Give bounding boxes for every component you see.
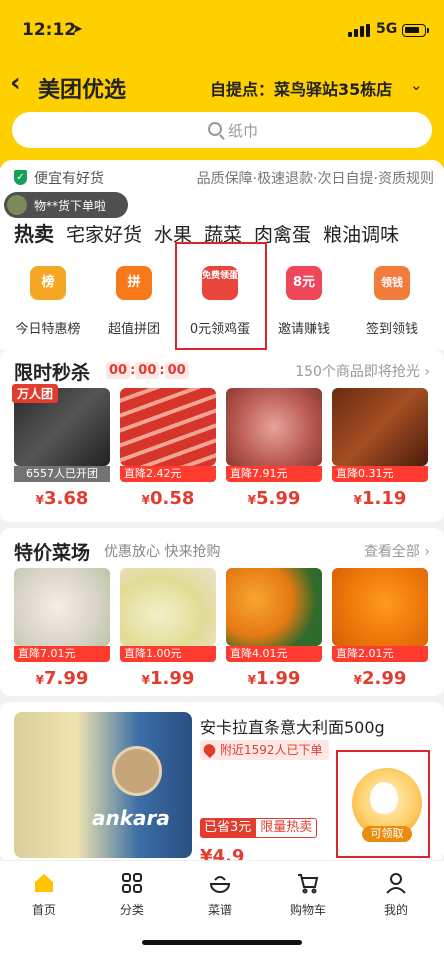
network-type: 5G: [376, 21, 398, 37]
feature-product-image: ankara: [14, 712, 192, 858]
guarantee-bar[interactable]: ✓ 便宜有好货 品质保障·极速退款·次日自提·资质规则: [14, 168, 434, 190]
shortcut-label: 超值拼团: [107, 322, 160, 337]
flash-sale-more[interactable]: 150个商品即将抢光 ›: [295, 361, 430, 381]
home-indicator: [142, 940, 302, 945]
shortcut-daily-deals[interactable]: 榜 今日特惠榜: [8, 264, 88, 340]
tab-cart[interactable]: 购物车: [278, 871, 338, 918]
pickup-point: 菜鸟驿站35栋店: [274, 80, 393, 99]
highlight-box: [336, 750, 430, 858]
countdown-timer: 00:00:00: [106, 362, 189, 379]
price-drop-badge: 直降1.00元: [120, 646, 216, 662]
tab-label: 首页: [31, 903, 56, 917]
product-image: [14, 568, 110, 646]
checkin-icon: 领钱: [374, 266, 410, 300]
grid-icon: [122, 873, 142, 893]
recipe-icon: [209, 876, 231, 893]
brand-emblem: [112, 746, 162, 796]
shortcut-label: 签到领钱: [365, 322, 418, 337]
price-drop-badge: 直降4.01元: [226, 646, 322, 662]
product-image: [332, 388, 428, 466]
battery-tip: [427, 28, 429, 33]
price-drop-badge: 直降7.91元: [226, 466, 322, 482]
product-price: ¥7.99: [35, 668, 89, 689]
tab-hot[interactable]: 热卖: [14, 218, 54, 247]
page-title: 美团优选: [38, 78, 127, 103]
price-drop-badge: 直降2.01元: [332, 646, 428, 662]
product-price: ¥3.68: [35, 488, 89, 509]
tab-grain-oil[interactable]: 粮油调味: [323, 220, 399, 247]
veg-market-view-all[interactable]: 查看全部 ›: [364, 541, 430, 561]
feature-product-title: 安卡拉直条意大利面500g: [200, 718, 385, 737]
product-price: ¥2.99: [353, 668, 407, 689]
highlight-box: [175, 242, 267, 350]
shortcut-group-buy[interactable]: 拼 超值拼团: [94, 264, 174, 340]
order-toast: 物**货下单啦: [4, 192, 128, 218]
rank-icon: 榜: [30, 266, 66, 300]
tab-category[interactable]: 分类: [102, 871, 162, 918]
location-pin-icon: [201, 741, 218, 759]
shield-check-icon: ✓: [14, 170, 27, 185]
flash-sale-title: 限时秒杀: [14, 362, 91, 384]
cart-icon: [298, 874, 319, 894]
tab-home-goods[interactable]: 宅家好货: [66, 220, 142, 247]
pickup-selector[interactable]: 自提点：菜鸟驿站35栋店: [210, 76, 392, 100]
shortcut-label: 邀请赚钱: [277, 322, 330, 337]
product-image: [226, 388, 322, 466]
product-image: [120, 388, 216, 466]
status-time: 12:12: [22, 20, 77, 40]
pickup-label: 自提点：: [210, 80, 275, 99]
home-icon: [35, 874, 53, 892]
tab-recipe[interactable]: 菜谱: [190, 871, 250, 918]
group-badge: 万人团: [12, 384, 59, 403]
avatar: [7, 195, 27, 215]
tab-mine[interactable]: 我的: [366, 871, 426, 918]
search-icon: [208, 122, 222, 136]
group-buy-icon: 拼: [116, 266, 152, 300]
promo-tags: 已省3元 限量热卖: [200, 818, 318, 838]
nearby-orders-badge: 附近1592人已下单: [200, 740, 329, 760]
toast-text: 物**货下单啦: [34, 199, 107, 213]
limited-tag: 限量热卖: [255, 818, 318, 838]
red-packet-icon: 8元: [286, 266, 322, 300]
product-price: ¥1.19: [353, 488, 407, 509]
tab-label: 分类: [119, 903, 144, 917]
nav-bar: ‹ 美团优选 自提点：菜鸟驿站35栋店 ⌄: [0, 66, 444, 106]
product-price: ¥5.99: [247, 488, 301, 509]
product-price: ¥0.58: [141, 488, 195, 509]
guarantee-items: 品质保障·极速退款·次日自提·资质规则: [196, 171, 434, 187]
price-drop-badge: 直降2.42元: [120, 466, 216, 482]
product-price: ¥1.99: [141, 668, 195, 689]
saved-tag: 已省3元: [200, 818, 256, 838]
product-image: [226, 568, 322, 646]
search-input[interactable]: 纸巾: [12, 112, 432, 148]
price-drop-badge: 直降7.01元: [14, 646, 110, 662]
shortcut-invite[interactable]: 8元 邀请赚钱: [264, 264, 344, 340]
guarantee-tag: 便宜有好货: [34, 171, 104, 187]
brand-logo: ankara: [92, 806, 170, 830]
price-drop-badge: 直降0.31元: [332, 466, 428, 482]
chevron-down-icon[interactable]: ⌄: [410, 76, 423, 94]
product-image: [120, 568, 216, 646]
battery-icon: [402, 24, 426, 37]
product-image: [332, 568, 428, 646]
shortcut-checkin[interactable]: 领钱 签到领钱: [352, 264, 432, 340]
status-bar: 12:12 ➤ 5G: [0, 0, 444, 62]
signal-icon: [348, 24, 370, 37]
product-price: ¥1.99: [247, 668, 301, 689]
group-opened-count: 6557人已开团: [14, 466, 110, 482]
tab-home[interactable]: 首页: [14, 871, 74, 918]
tab-label: 菜谱: [207, 903, 232, 917]
tab-label: 购物车: [289, 903, 326, 917]
veg-market-title: 特价菜场: [14, 542, 91, 564]
veg-market-subtitle: 优惠放心 快来抢购: [104, 544, 221, 560]
shortcut-label: 今日特惠榜: [15, 322, 81, 337]
search-placeholder: 纸巾: [228, 122, 259, 140]
location-arrow-icon: ➤: [72, 22, 83, 37]
back-button[interactable]: ‹: [10, 68, 21, 98]
tab-label: 我的: [383, 903, 408, 917]
user-icon: [386, 873, 406, 894]
